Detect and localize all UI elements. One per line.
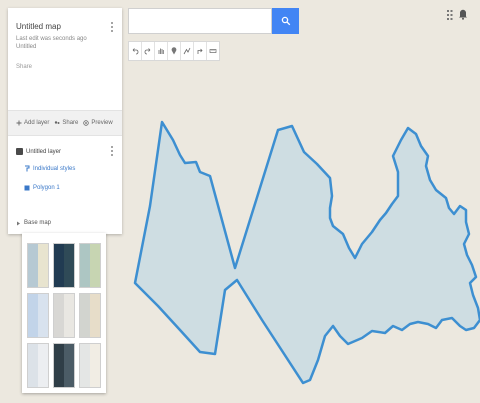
style-paint-icon	[25, 165, 30, 172]
preview-button[interactable]: Preview	[83, 120, 113, 126]
search-icon	[281, 16, 290, 26]
base-map-toggle[interactable]: Base map	[16, 220, 51, 226]
basemap-thumb-satellite[interactable]	[53, 243, 75, 288]
layer-style-link[interactable]: Individual styles	[24, 165, 75, 172]
notifications-icon[interactable]	[459, 9, 467, 20]
layer-name[interactable]: Untitled layer	[26, 149, 61, 155]
polygon-shape-icon	[24, 185, 30, 191]
add-layer-button[interactable]: Add layer	[16, 120, 49, 126]
base-map-label: Base map	[24, 220, 52, 226]
share-icon	[55, 121, 60, 124]
layer-options-icon[interactable]	[111, 146, 114, 158]
share-button[interactable]: Share	[54, 120, 78, 126]
feature-item[interactable]: Polygon 1	[24, 185, 60, 191]
drawing-toolbar	[128, 41, 220, 61]
basemap-thumb-map[interactable]	[27, 243, 49, 288]
undo-icon[interactable]	[129, 42, 142, 60]
ruler-icon[interactable]	[207, 42, 219, 60]
hand-icon[interactable]	[155, 42, 168, 60]
share-label: Share	[62, 120, 79, 126]
basemap-picker	[22, 233, 106, 393]
layer-style-label: Individual styles	[33, 165, 76, 172]
map-details-panel: Untitled map Last edit was seconds ago U…	[8, 8, 122, 234]
basemap-thumb-terrain[interactable]	[79, 243, 101, 288]
add-layer-icon	[16, 120, 22, 126]
drawn-polygon[interactable]	[133, 120, 480, 385]
add-layer-label: Add layer	[24, 120, 50, 126]
basemap-thumb-whitewater[interactable]	[79, 343, 101, 388]
basemap-thumb-simple-atlas[interactable]	[79, 293, 101, 338]
feature-label: Polygon 1	[33, 185, 60, 191]
layer-checkbox[interactable]	[16, 148, 23, 155]
basemap-thumb-mono-city[interactable]	[53, 293, 75, 338]
basemap-thumb-light-landmass[interactable]	[27, 343, 49, 388]
map-last-edit: Last edit was seconds ago	[16, 36, 87, 42]
redo-icon[interactable]	[142, 42, 155, 60]
directions-icon[interactable]	[194, 42, 207, 60]
share-link[interactable]: Share	[16, 64, 32, 70]
map-options-icon[interactable]	[111, 22, 114, 34]
marker-icon[interactable]	[168, 42, 181, 60]
basemap-thumb-dark-landmass[interactable]	[53, 343, 75, 388]
panel-actions: Add layer Share Preview	[8, 110, 122, 136]
basemap-thumb-light-political[interactable]	[27, 293, 49, 338]
top-right-controls	[447, 9, 467, 20]
apps-grid-icon[interactable]	[447, 9, 453, 20]
preview-label: Preview	[91, 120, 113, 126]
base-map-arrow-icon	[17, 221, 20, 225]
line-icon[interactable]	[181, 42, 194, 60]
preview-icon	[83, 120, 90, 126]
search-button[interactable]	[272, 8, 299, 34]
search-input[interactable]	[128, 8, 272, 34]
map-description[interactable]: Untitled	[16, 44, 36, 50]
layer-header[interactable]: Untitled layer	[16, 148, 61, 155]
map-title[interactable]: Untitled map	[16, 22, 61, 31]
